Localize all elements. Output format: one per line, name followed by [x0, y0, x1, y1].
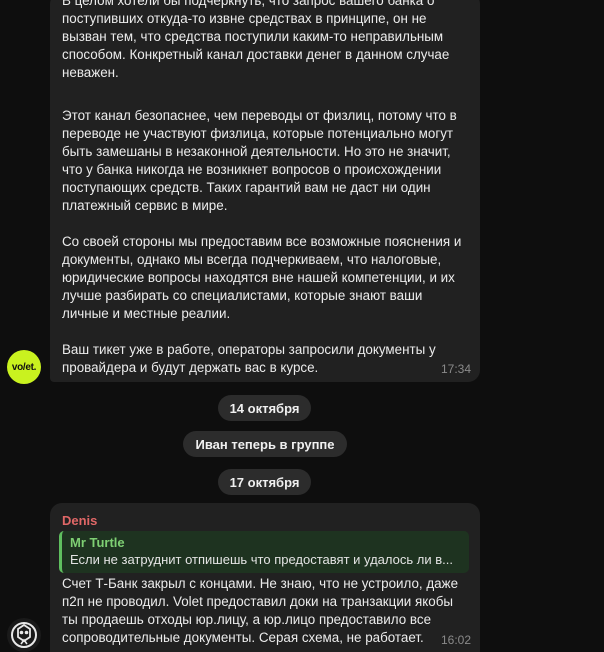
- sender-name[interactable]: Denis: [62, 513, 97, 528]
- avatar-logo-text: vo/et.: [11, 361, 37, 373]
- service-message-join: Иван теперь в группе: [183, 431, 347, 457]
- message-paragraph: Этот канал безопаснее, чем переводы от ф…: [62, 108, 457, 213]
- message-bubble-denis[interactable]: Denis Mr Turtle Если не затруднит отпише…: [50, 503, 480, 652]
- message-paragraph: Ваш тикет уже в работе, операторы запрос…: [62, 342, 436, 375]
- message-text: Счет Т-Банк закрыл с концами. Не знаю, ч…: [62, 576, 459, 645]
- avatar-volet[interactable]: vo/et.: [7, 350, 41, 384]
- avatar-denis[interactable]: [7, 618, 41, 652]
- reply-snippet: Если не затруднит отпишешь что предостав…: [70, 552, 453, 567]
- message-paragraph: В целом хотели бы подчеркнуть, что запро…: [62, 0, 450, 80]
- skull-logo-icon: [11, 622, 37, 648]
- reply-author: Mr Turtle: [70, 535, 125, 550]
- date-separator[interactable]: 17 октября: [218, 469, 311, 495]
- chat-history[interactable]: В целом хотели бы подчеркнуть, что запро…: [0, 0, 604, 652]
- message-time: 16:02: [440, 633, 471, 647]
- date-separator[interactable]: 14 октября: [218, 395, 311, 421]
- message-bubble-volet[interactable]: В целом хотели бы подчеркнуть, что запро…: [50, 0, 480, 382]
- message-time: 17:34: [440, 362, 471, 376]
- message-paragraph: Со своей стороны мы предоставим все возм…: [62, 234, 462, 321]
- reply-quote[interactable]: Mr Turtle Если не затруднит отпишешь что…: [59, 531, 469, 573]
